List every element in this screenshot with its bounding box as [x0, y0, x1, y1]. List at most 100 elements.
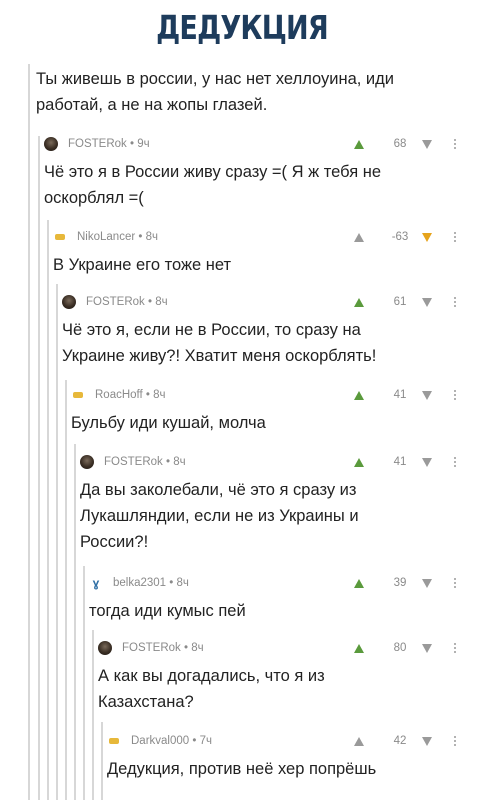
- comment-author[interactable]: NikoLancer: [77, 231, 135, 243]
- upvote-icon[interactable]: [354, 643, 364, 653]
- more-options-icon[interactable]: [454, 643, 456, 653]
- comment-author[interactable]: FOSTERok: [68, 138, 127, 150]
- avatar[interactable]: [62, 295, 76, 309]
- downvote-icon[interactable]: [422, 232, 432, 242]
- comment-text: В Украине его тоже нет: [53, 252, 456, 278]
- meta-separator: •: [142, 389, 154, 401]
- comment-score: 61: [393, 296, 407, 308]
- upvote-icon[interactable]: [354, 139, 364, 149]
- figure-avatar-icon[interactable]: ɣ: [89, 576, 103, 590]
- upvote-icon[interactable]: [354, 297, 364, 307]
- post-text-line: Ты живешь в россии, у нас нет хеллоуина,…: [36, 70, 394, 88]
- thread-line[interactable]: [92, 630, 94, 800]
- comment: NikoLancer • 8ч -63 В Украине его тоже н…: [53, 227, 456, 278]
- comment-author[interactable]: RoacHoff: [95, 389, 143, 401]
- more-options-icon[interactable]: [454, 578, 456, 588]
- page-title: ДЕДУКЦИЯ: [156, 8, 329, 47]
- comment-time: 8ч: [145, 231, 158, 243]
- more-options-icon[interactable]: [454, 457, 456, 467]
- avatar[interactable]: [71, 388, 85, 402]
- comment-time: 8ч: [176, 577, 189, 589]
- vote-controls: 41: [354, 389, 456, 401]
- comment-header: FOSTERok • 9ч 68: [44, 134, 456, 154]
- comment: Darkval000 • 7ч 42 Дедукция, против неё …: [107, 731, 456, 782]
- comment: FOSTERok • 8ч 80 А как вы догадались, чт…: [98, 638, 456, 715]
- thread-line[interactable]: [38, 136, 40, 800]
- comment-text-line: Лукашляндии, если не из Украины и: [80, 507, 359, 525]
- comment-author[interactable]: belka2301: [113, 577, 166, 589]
- comment-header: ɣ belka2301 • 8ч 39: [89, 573, 456, 593]
- avatar[interactable]: [53, 230, 67, 244]
- comment-author[interactable]: FOSTERok: [86, 296, 145, 308]
- comment-text-line: А как вы догадались, что я из: [98, 667, 325, 685]
- more-options-icon[interactable]: [454, 390, 456, 400]
- comment-time: 8ч: [155, 296, 168, 308]
- thread-line[interactable]: [56, 284, 58, 800]
- comment-text-line: Украине живу?! Хватит меня оскорблять!: [62, 347, 377, 365]
- thread-line[interactable]: [83, 566, 85, 800]
- comment: ɣ belka2301 • 8ч 39 тогда иди кумыс пей: [89, 573, 456, 624]
- comment-text-line: Дедукция, против неё хер попрёшь: [107, 760, 377, 778]
- downvote-icon[interactable]: [422, 736, 432, 746]
- meta-separator: •: [144, 296, 156, 308]
- downvote-icon[interactable]: [422, 297, 432, 307]
- more-options-icon[interactable]: [454, 297, 456, 307]
- avatar[interactable]: [44, 137, 58, 151]
- avatar[interactable]: [107, 734, 121, 748]
- comment-author[interactable]: FOSTERok: [122, 642, 181, 654]
- comment-author[interactable]: Darkval000: [131, 735, 189, 747]
- comment-text-line: В Украине его тоже нет: [53, 256, 232, 274]
- meta-separator: •: [180, 642, 192, 654]
- meta-separator: •: [126, 138, 138, 150]
- vote-controls: 39: [354, 577, 456, 589]
- thread-line[interactable]: [65, 380, 67, 800]
- comment-header: RoacHoff • 8ч 41: [71, 385, 456, 405]
- comment-text-line: оскорблял =(: [44, 189, 144, 207]
- vote-controls: 61: [354, 296, 456, 308]
- thread-line[interactable]: [74, 444, 76, 800]
- downvote-icon[interactable]: [422, 390, 432, 400]
- comment-header: FOSTERok • 8ч 61: [62, 292, 456, 312]
- comment-score: 39: [393, 577, 407, 589]
- more-options-icon[interactable]: [454, 232, 456, 242]
- thread-line[interactable]: [101, 722, 103, 800]
- comment-text-line: Чё это я, если не в России, то сразу на: [62, 321, 361, 339]
- thread-line[interactable]: [28, 64, 30, 800]
- comment-header: NikoLancer • 8ч -63: [53, 227, 456, 247]
- comment-text: Чё это я в России живу сразу =( Я ж тебя…: [44, 159, 456, 211]
- avatar[interactable]: [98, 641, 112, 655]
- comment-score: 42: [393, 735, 407, 747]
- upvote-icon[interactable]: [354, 457, 364, 467]
- thread-line[interactable]: [47, 220, 49, 800]
- downvote-icon[interactable]: [422, 643, 432, 653]
- comment-score: 41: [393, 456, 407, 468]
- vote-controls: -63: [354, 231, 456, 243]
- downvote-icon[interactable]: [422, 578, 432, 588]
- downvote-icon[interactable]: [422, 457, 432, 467]
- upvote-icon[interactable]: [354, 232, 364, 242]
- comment-time: 7ч: [199, 735, 212, 747]
- upvote-icon[interactable]: [354, 578, 364, 588]
- vote-controls: 41: [354, 456, 456, 468]
- more-options-icon[interactable]: [454, 736, 456, 746]
- comment-header: FOSTERok • 8ч 80: [98, 638, 456, 658]
- comment-time: 8ч: [191, 642, 204, 654]
- avatar[interactable]: [80, 455, 94, 469]
- comment-text: тогда иди кумыс пей: [89, 598, 456, 624]
- comment-time: 9ч: [137, 138, 150, 150]
- comment-header: Darkval000 • 7ч 42: [107, 731, 456, 751]
- meta-separator: •: [189, 735, 200, 747]
- upvote-icon[interactable]: [354, 390, 364, 400]
- downvote-icon[interactable]: [422, 139, 432, 149]
- comment-text: Бульбу иди кушай, молча: [71, 410, 456, 436]
- comment-text-line: Да вы заколебали, чё это я сразу из: [80, 481, 357, 499]
- comment-author[interactable]: FOSTERok: [104, 456, 163, 468]
- comment-text-line: тогда иди кумыс пей: [89, 602, 246, 620]
- comment: FOSTERok • 8ч 61 Чё это я, если не в Рос…: [62, 292, 456, 369]
- comment-text-line: Бульбу иди кушай, молча: [71, 414, 266, 432]
- meta-separator: •: [162, 456, 174, 468]
- more-options-icon[interactable]: [454, 139, 456, 149]
- vote-controls: 80: [354, 642, 456, 654]
- upvote-icon[interactable]: [354, 736, 364, 746]
- vote-controls: 68: [354, 138, 456, 150]
